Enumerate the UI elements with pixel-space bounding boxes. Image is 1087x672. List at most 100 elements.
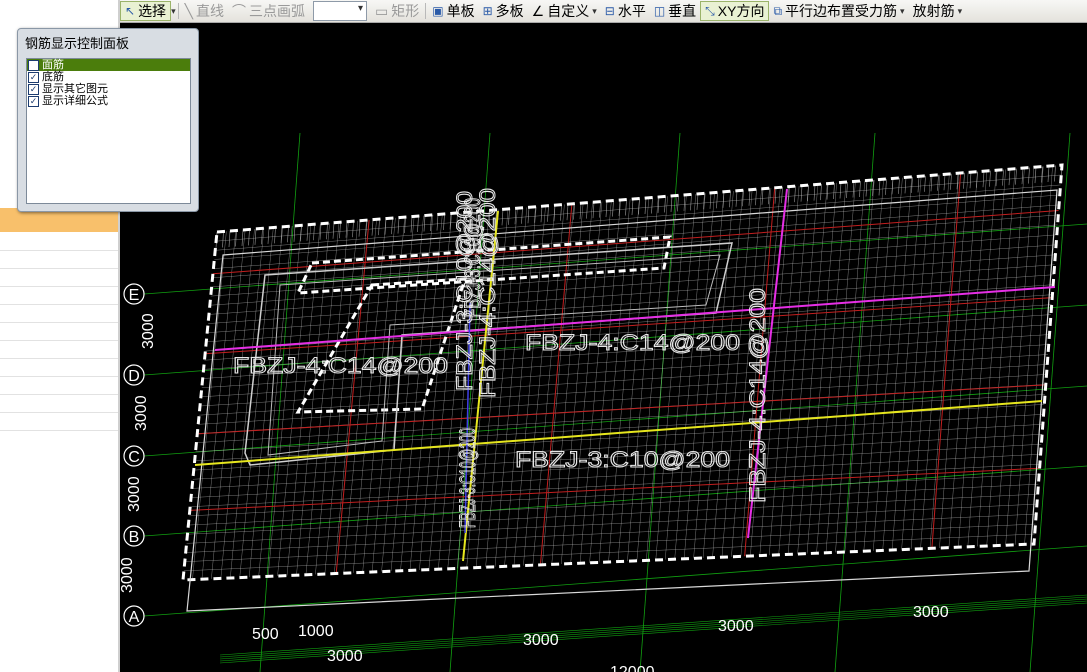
mesh-hair <box>521 207 523 224</box>
mesh-line-horizontal <box>185 513 1037 553</box>
mesh-hair <box>696 193 699 210</box>
horizontal-icon: ⊟ <box>604 4 615 18</box>
mesh-hair <box>274 227 276 244</box>
single-slab-label: 单板 <box>446 3 475 19</box>
mesh-line-horizontal <box>195 404 1045 453</box>
mesh-hair <box>898 177 900 194</box>
label-detail-formula: 显示详细公式 <box>42 95 108 107</box>
rect-label: 矩形 <box>391 3 420 19</box>
checkbox-bottom-rebar[interactable]: ✓ <box>28 71 39 83</box>
arc-icon: ⌒ <box>232 3 247 19</box>
horizontal-button[interactable]: ⊟ 水平 <box>601 1 650 21</box>
mesh-hair <box>547 205 549 222</box>
list-row-divider <box>0 412 118 413</box>
row-span-4: 3000 <box>120 557 136 593</box>
rebar-label-r3[interactable]: FBZJ-3:C10@200 <box>452 191 478 392</box>
mesh-hair <box>332 222 335 239</box>
mesh-hair <box>397 217 400 234</box>
mesh-hair <box>813 184 816 201</box>
rebar-display-list: 面筋 ✓ 底筋 ✓ 显示其它图元 ✓ 显示详细公式 <box>26 58 191 204</box>
mesh-line-horizontal <box>208 264 1055 324</box>
mesh-hair <box>839 182 842 199</box>
dim-500: 500 <box>252 626 279 643</box>
axis-bubble-B[interactable]: B <box>123 525 145 547</box>
parallel-dropdown-arrow[interactable]: ▾ <box>900 6 905 17</box>
list-row-divider <box>0 394 118 395</box>
custom-dropdown-arrow[interactable]: ▾ <box>592 6 597 17</box>
mesh-hair <box>683 194 686 211</box>
axis-label-C: C <box>128 449 140 466</box>
list-row-divider <box>0 340 118 341</box>
mesh-hair <box>690 194 692 211</box>
dim-3000-a: 3000 <box>327 648 363 665</box>
mesh-hair <box>781 187 783 204</box>
line-button[interactable]: ╲ 直线 <box>181 1 228 21</box>
mesh-hair <box>644 197 647 215</box>
parallel-rebar-button[interactable]: ⧉ 平行边布置受力筋 ▾ <box>769 1 908 21</box>
rebar-label-r1[interactable]: FBZJ-4:C14@200 <box>233 353 449 379</box>
multi-slab-button[interactable]: ⊞ 多板 <box>479 1 528 21</box>
custom-label: 自定义 <box>547 3 590 19</box>
mesh-hair <box>885 178 887 195</box>
mesh-hair <box>748 189 751 206</box>
xy-direction-button[interactable]: ⤡ XY方向 <box>700 1 770 21</box>
mesh-line-horizontal <box>187 493 1038 535</box>
axis-bubble-D[interactable]: D <box>123 364 145 386</box>
checkbox-detail-formula[interactable]: ✓ <box>28 95 39 107</box>
axis-bubble-A[interactable]: A <box>123 605 145 627</box>
rect-button[interactable]: ▭ 矩形 <box>371 1 423 21</box>
select-button[interactable]: ↖ 选择 <box>120 1 172 21</box>
dimension-line <box>219 594 1087 656</box>
mesh-hair <box>313 224 315 241</box>
mesh-hair <box>566 204 569 221</box>
list-item-top-rebar[interactable]: 面筋 <box>27 59 190 71</box>
custom-button[interactable]: ∠ 自定义 ▾ <box>528 1 601 21</box>
radial-rebar-button[interactable]: 放射筋 ▾ <box>909 1 967 21</box>
mesh-hair <box>443 213 445 230</box>
mesh-hair <box>859 180 861 197</box>
red-rebar-horizontal <box>189 467 1040 511</box>
mesh-hair <box>293 225 296 242</box>
checkbox-top-rebar[interactable] <box>28 59 39 71</box>
toolbar-combo-box[interactable] <box>313 1 368 21</box>
mesh-hair <box>1054 165 1056 182</box>
axis-bubble-E[interactable]: E <box>123 283 145 305</box>
axis-bubble-C[interactable]: C <box>123 445 145 467</box>
mesh-hair <box>774 187 777 204</box>
mesh-hair <box>261 228 263 245</box>
mesh-hair <box>917 176 920 193</box>
mesh-hair <box>592 202 595 219</box>
mesh-hair <box>735 190 738 207</box>
arc-button[interactable]: ⌒ 三点画弧 <box>228 1 309 21</box>
mesh-hair <box>631 198 634 216</box>
list-row-divider <box>0 322 118 323</box>
rebar-label-r5[interactable]: FBZJ-3:C10@200 <box>455 428 481 529</box>
rebar-label-r8[interactable]: FBZJ-4:C14@200 <box>745 288 771 504</box>
mesh-hair <box>358 220 361 237</box>
single-slab-icon: ▣ <box>432 4 444 18</box>
mesh-hair <box>677 195 679 212</box>
list-item-detail-formula[interactable]: ✓ 显示详细公式 <box>27 95 190 107</box>
mesh-hair <box>1021 168 1024 185</box>
mesh-hair <box>729 191 731 208</box>
mesh-hair <box>222 231 224 248</box>
list-item-other-elements[interactable]: ✓ 显示其它图元 <box>27 83 190 95</box>
vertical-button[interactable]: ◫ 垂直 <box>650 1 700 21</box>
list-item-bottom-rebar[interactable]: ✓ 底筋 <box>27 71 190 83</box>
panel-title: 钢筋显示控制面板 <box>25 36 130 51</box>
radial-dropdown-arrow[interactable]: ▾ <box>958 6 963 17</box>
select-dropdown-arrow[interactable]: ▾ <box>171 6 176 17</box>
drawing-canvas[interactable]: FBZJ-4:C14@200 FBZJ-3:C10@200 FBZJ-3:C10… <box>120 23 1087 672</box>
vertical-label: 垂直 <box>668 3 697 19</box>
mesh-line-horizontal <box>196 394 1046 443</box>
mesh-line-horizontal <box>198 374 1047 425</box>
single-slab-button[interactable]: ▣ 单板 <box>428 1 478 21</box>
mesh-line-horizontal <box>215 184 1061 251</box>
rebar-label-r6[interactable]: FBZJ-4:C14@200 <box>525 330 741 356</box>
mesh-hair <box>651 197 653 214</box>
checkbox-other-elements[interactable]: ✓ <box>28 83 39 95</box>
row-span-1: 3000 <box>140 313 157 349</box>
mesh-line-horizontal <box>207 274 1054 333</box>
rebar-label-r4[interactable]: FBZJ-4:C14@200 <box>475 188 501 399</box>
rebar-label-r7[interactable]: FBZJ-3:C10@200 <box>515 447 731 473</box>
